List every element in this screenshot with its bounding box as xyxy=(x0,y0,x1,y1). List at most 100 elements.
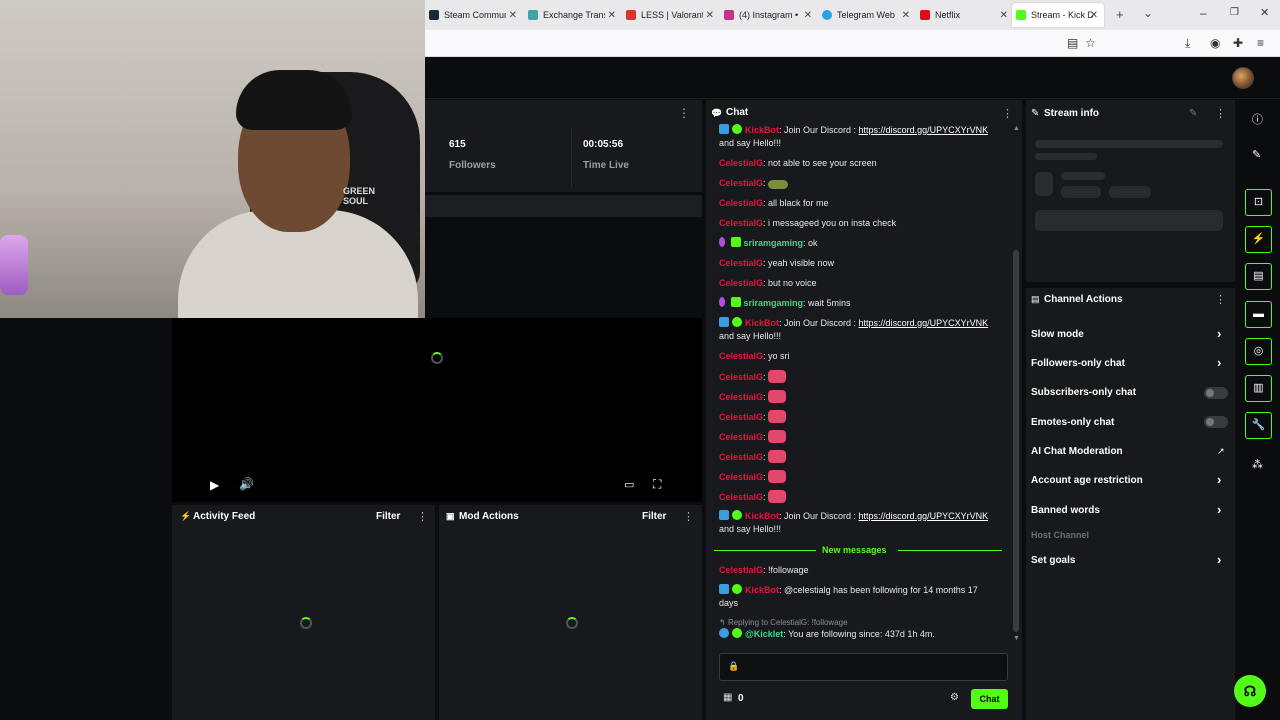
tab-list-button[interactable]: ⌄ xyxy=(1143,6,1153,20)
chat-icon[interactable]: ▬ xyxy=(1245,301,1272,328)
close-icon[interactable]: ✕ xyxy=(804,10,812,21)
chevron-right-icon[interactable]: › xyxy=(1217,552,1221,567)
tab-telegram[interactable]: Telegram Web ✕ xyxy=(818,3,916,27)
download-icon[interactable]: ⤓ xyxy=(1185,36,1190,51)
set-goals-row[interactable]: Set goals xyxy=(1031,555,1075,566)
left-background xyxy=(0,318,172,720)
mod-filter-button[interactable]: Filter xyxy=(642,511,666,522)
streamer-hair xyxy=(236,70,352,130)
activity-filter-button[interactable]: Filter xyxy=(376,511,400,522)
chat-input[interactable] xyxy=(719,653,1008,681)
more-options-icon[interactable]: ⋮ xyxy=(1215,293,1226,306)
close-icon[interactable]: ✕ xyxy=(706,10,714,21)
followers-only-row[interactable]: Followers-only chat xyxy=(1031,358,1125,369)
notes-icon[interactable]: ▤ xyxy=(1245,263,1272,290)
tab-instagram[interactable]: (4) Instagram • M✕ xyxy=(720,3,818,27)
cat-emote-icon xyxy=(768,370,787,383)
loading-spinner-icon xyxy=(300,617,312,629)
time-live-label: Time Live xyxy=(583,160,629,171)
chat-scrollbar[interactable] xyxy=(1013,250,1019,632)
ai-moderation-row[interactable]: AI Chat Moderation xyxy=(1031,446,1123,457)
stream-info-panel xyxy=(1026,100,1235,282)
info-icon[interactable]: ⓘ xyxy=(1252,111,1263,127)
theater-mode-icon[interactable]: ▭ xyxy=(624,478,634,491)
volume-icon[interactable]: 🔊 xyxy=(239,477,254,491)
menu-icon[interactable]: ≡ xyxy=(1257,36,1264,50)
mod-actions-panel xyxy=(439,505,702,720)
verified-badge-icon xyxy=(732,124,742,134)
minimize-icon[interactable]: – xyxy=(1200,6,1207,20)
restore-icon[interactable]: ❐ xyxy=(1230,7,1239,18)
more-options-icon[interactable]: ⋮ xyxy=(417,510,428,523)
banned-words-row[interactable]: Banned words xyxy=(1031,505,1100,516)
layout-icon[interactable]: ▥ xyxy=(1245,375,1272,402)
bolt-icon[interactable]: ⚡ xyxy=(1245,226,1272,253)
skeleton-line xyxy=(1061,172,1105,180)
chevron-right-icon[interactable]: › xyxy=(1217,502,1221,517)
close-icon[interactable]: ✕ xyxy=(1090,10,1098,21)
discord-link[interactable]: https://discord.gg/UPYCXYrVNK xyxy=(859,318,989,328)
video-player[interactable]: ▶ 🔊 ▭ ⛶ xyxy=(172,318,702,502)
more-options-icon[interactable]: ⋮ xyxy=(683,510,694,523)
tab-steam[interactable]: Steam Communi ✕ xyxy=(425,3,523,27)
clip-icon[interactable]: ⊡ xyxy=(1245,189,1272,216)
emotes-only-toggle[interactable] xyxy=(1204,416,1228,428)
channel-actions-title: Channel Actions xyxy=(1044,294,1123,305)
discord-link[interactable]: https://discord.gg/UPYCXYrVNK xyxy=(859,511,989,521)
send-chat-button[interactable]: Chat xyxy=(971,689,1008,709)
bookmark-icon[interactable]: ☆ xyxy=(1085,36,1096,50)
close-icon[interactable]: ✕ xyxy=(1000,10,1008,21)
play-icon[interactable]: ▶ xyxy=(210,478,219,492)
loading-spinner-icon xyxy=(566,617,578,629)
tab-netflix[interactable]: Netflix ✕ xyxy=(916,3,1014,27)
stream-info-title: Stream info xyxy=(1044,108,1100,119)
new-messages-divider xyxy=(714,550,816,551)
tab-exchange[interactable]: Exchange Transa✕ xyxy=(524,3,622,27)
chevron-right-icon[interactable]: › xyxy=(1217,472,1221,487)
chevron-right-icon[interactable]: › xyxy=(1217,355,1221,370)
chat-message: CelestialG: xyxy=(719,450,1001,464)
scroll-down-icon[interactable]: ▼ xyxy=(1013,635,1020,642)
activity-feed-title: Activity Feed xyxy=(193,511,256,522)
chat-message: KickBot: Join Our Discord : https://disc… xyxy=(719,124,989,148)
close-icon[interactable]: ✕ xyxy=(608,10,616,21)
window-close-icon[interactable]: ✕ xyxy=(1260,6,1269,19)
close-icon[interactable]: ✕ xyxy=(509,10,517,21)
scroll-up-icon[interactable]: ▲ xyxy=(1013,125,1020,132)
help-headset-icon[interactable]: ☊ xyxy=(1234,675,1266,707)
extensions-icon[interactable]: ✚ xyxy=(1233,36,1243,50)
close-icon[interactable]: ✕ xyxy=(902,10,910,21)
chevron-right-icon[interactable]: › xyxy=(1217,326,1221,341)
broadcast-icon[interactable]: ◎ xyxy=(1245,338,1272,365)
new-messages-label[interactable]: New messages xyxy=(822,545,887,555)
browser-tab-bar: Steam Communi✕ Exchange Transa✕ LESS | V… xyxy=(425,0,1280,30)
discord-link[interactable]: https://discord.gg/UPYCXYrVNK xyxy=(859,125,989,135)
skeleton-thumb xyxy=(1035,172,1053,196)
avatar[interactable] xyxy=(1232,67,1254,89)
skeleton-line xyxy=(1035,140,1223,148)
subscribers-only-toggle[interactable] xyxy=(1204,387,1228,399)
slow-mode-row[interactable]: Slow mode xyxy=(1031,329,1084,340)
chat-message: sriramgaming: ok xyxy=(719,237,1001,250)
mic-badge-icon xyxy=(719,297,725,307)
wrench-icon[interactable]: 🔧 xyxy=(1245,412,1272,439)
pencil-icon[interactable]: ✎ xyxy=(1252,148,1261,161)
more-options-icon[interactable]: ⋮ xyxy=(1002,107,1013,120)
settings-icon[interactable]: ⚙ xyxy=(950,692,959,703)
new-tab-button[interactable]: + xyxy=(1116,7,1124,22)
fullscreen-icon[interactable]: ⛶ xyxy=(653,477,661,492)
tab-kick-stream[interactable]: Stream - Kick Da ✕ xyxy=(1012,3,1104,27)
account-icon[interactable]: ◉ xyxy=(1210,36,1220,50)
kick-icon xyxy=(1016,10,1026,20)
tab-valorant[interactable]: LESS | Valorant G✕ xyxy=(622,3,720,27)
chat-message: CelestialG: xyxy=(719,430,1001,444)
gift-icon[interactable]: ▦ xyxy=(723,692,732,703)
account-age-row[interactable]: Account age restriction xyxy=(1031,475,1143,486)
external-link-icon[interactable]: ↗ xyxy=(1217,446,1225,457)
edit-icon[interactable]: ✎ xyxy=(1189,108,1197,119)
more-options-icon[interactable]: ⋮ xyxy=(1215,107,1226,120)
apps-icon[interactable]: ⁂ xyxy=(1252,458,1263,471)
followers-label: Followers xyxy=(449,160,496,171)
reader-icon[interactable]: ▤ xyxy=(1067,36,1078,50)
more-options-icon[interactable]: ⋮ xyxy=(678,106,690,120)
